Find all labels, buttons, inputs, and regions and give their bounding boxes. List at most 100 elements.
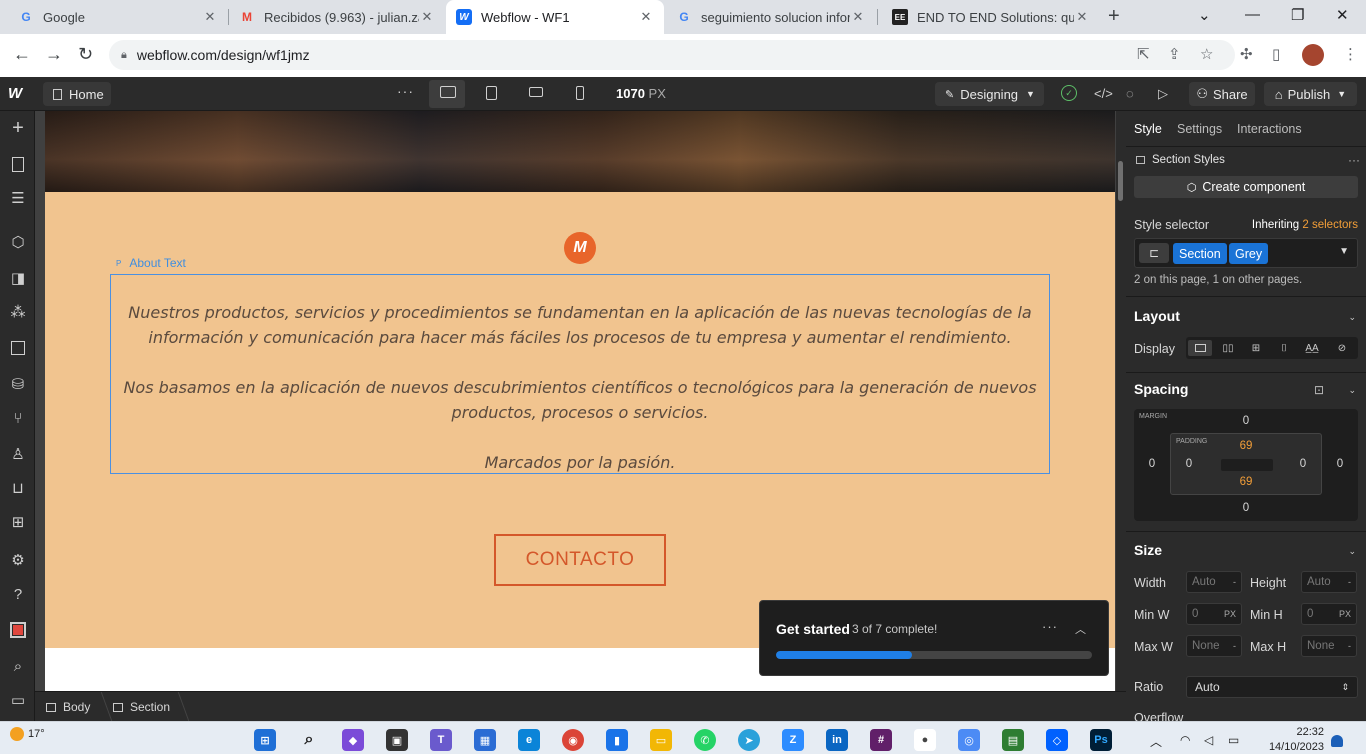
teams-icon[interactable]: T (430, 729, 452, 751)
margin-left-value[interactable]: 0 (1142, 458, 1162, 470)
video-tutorials-icon[interactable]: ▭ (9, 691, 27, 709)
reload-icon[interactable]: ↻ (78, 44, 93, 65)
ecommerce-icon[interactable]: ⊔ (9, 479, 27, 497)
browser-tab-e2e[interactable]: EE END TO END Solutions: qué ✕ (882, 0, 1100, 34)
show-hidden-icons[interactable]: ︿ (1150, 733, 1162, 750)
whatsapp-icon[interactable]: ✆ (694, 729, 716, 751)
create-component-button[interactable]: ⬡ Create component (1134, 176, 1358, 198)
get-started-checklist[interactable]: Get started 3 of 7 complete! ··· ︿ (759, 600, 1109, 676)
publish-button[interactable]: ⌂ Publish ▼ (1264, 82, 1357, 106)
assets-icon[interactable] (9, 339, 27, 357)
about-text[interactable]: Nuestros productos, servicios y procedim… (111, 300, 1049, 475)
class-chip-section[interactable]: Section (1173, 243, 1227, 264)
chevron-down-icon[interactable]: ⌄ (1348, 312, 1356, 323)
system-clock[interactable]: 22:32 14/10/2023 (1269, 725, 1324, 754)
share-button[interactable]: ⚇ Share (1189, 82, 1255, 106)
more-breakpoints-icon[interactable]: ··· (397, 83, 414, 99)
zoom-icon[interactable]: Z (782, 729, 804, 751)
tablet-breakpoint-icon[interactable] (486, 86, 497, 100)
display-inline-block-button[interactable]: ⌷ (1272, 340, 1296, 356)
preview-play-icon[interactable]: ▷ (1158, 86, 1168, 102)
extensions-icon[interactable]: ✣ (1240, 45, 1253, 63)
min-width-input[interactable]: 0 PX (1186, 603, 1242, 625)
excel-icon[interactable]: ▤ (1002, 729, 1024, 751)
saved-check-icon[interactable]: ✓ (1061, 85, 1077, 101)
padding-top-value[interactable]: 69 (1236, 440, 1256, 452)
weather-widget[interactable]: 17° (10, 727, 45, 741)
browser-tab-seguimiento[interactable]: G seguimiento solucion inform ✕ (666, 0, 876, 34)
comments-icon[interactable]: ◌ (1126, 86, 1134, 101)
slack-icon[interactable]: # (870, 729, 892, 751)
lock-icon[interactable]: 🔒︎ (121, 49, 127, 62)
logic-icon[interactable]: ⑂ (9, 409, 27, 427)
audit-icon[interactable] (9, 621, 27, 639)
notification-bell-icon[interactable] (1331, 735, 1343, 747)
margin-top-value[interactable]: 0 (1236, 415, 1256, 427)
browser-tab-webflow[interactable]: W Webflow - WF1 ✕ (446, 0, 664, 34)
navigator-icon[interactable]: ☰ (9, 189, 27, 207)
close-icon[interactable]: ✕ (850, 9, 866, 25)
page-selector[interactable]: Home (43, 82, 111, 106)
ratio-select[interactable]: Auto ⇕ (1186, 676, 1358, 698)
word-icon[interactable]: ▮ (606, 729, 628, 751)
spacing-center-icon[interactable]: ⊡ (1314, 383, 1324, 397)
volume-icon[interactable]: ◁ (1204, 733, 1213, 747)
dropbox-icon[interactable]: ◇ (1046, 729, 1068, 751)
tab-settings[interactable]: Settings (1177, 122, 1222, 136)
spacing-heading[interactable]: Spacing (1134, 381, 1188, 397)
telegram-icon[interactable]: ➤ (738, 729, 760, 751)
windows-start-icon[interactable]: ⊞ (254, 729, 276, 751)
display-inline-button[interactable]: A̲A̲ (1300, 340, 1324, 356)
breadcrumb-section[interactable]: Section (113, 700, 170, 714)
size-heading[interactable]: Size (1134, 542, 1162, 558)
meet-icon[interactable]: ● (914, 729, 936, 751)
display-none-button[interactable]: ⊘ (1330, 340, 1354, 356)
code-icon[interactable]: </> (1094, 86, 1113, 101)
edge-icon[interactable]: e (518, 729, 540, 751)
components-icon[interactable]: ⬡ (9, 233, 27, 251)
padding-right-value[interactable]: 0 (1293, 458, 1313, 470)
padding-left-value[interactable]: 0 (1179, 458, 1199, 470)
search-icon[interactable]: ⌕ (9, 657, 27, 675)
store-icon[interactable]: ▦ (474, 729, 496, 751)
add-element-icon[interactable]: + (9, 117, 27, 139)
settings-gear-icon[interactable]: ⚙ (9, 551, 27, 569)
browser-tab-google[interactable]: G Google ✕ (8, 0, 228, 34)
variables-icon[interactable]: ⁂ (9, 303, 27, 321)
linkedin-icon[interactable]: in (826, 729, 848, 751)
height-input[interactable]: Auto - (1301, 571, 1357, 593)
tab-interactions[interactable]: Interactions (1237, 122, 1302, 136)
bookmark-star-icon[interactable]: ☆ (1200, 45, 1213, 63)
address-bar[interactable]: 🔒︎ webflow.com/design/wf1jmz (109, 40, 1235, 70)
browser-tab-gmail[interactable]: M Recibidos (9.963) - julian.zap ✕ (229, 0, 445, 34)
photos-icon[interactable]: ◎ (958, 729, 980, 751)
apps-icon[interactable]: ⊞ (9, 513, 27, 531)
battery-icon[interactable]: ▭ (1228, 733, 1239, 747)
about-text-block[interactable]: Nuestros productos, servicios y procedim… (110, 274, 1050, 474)
style-selectors-icon[interactable]: ◨ (9, 269, 27, 287)
help-icon[interactable]: ? (9, 585, 27, 603)
about-section[interactable]: M P About Text Nuestros productos, servi… (45, 192, 1115, 648)
close-icon[interactable]: ✕ (202, 9, 218, 25)
close-icon[interactable]: ✕ (638, 9, 654, 25)
wifi-icon[interactable]: ◠ (1180, 733, 1190, 747)
scrollbar-thumb[interactable] (1118, 161, 1123, 201)
copilot-icon[interactable]: ◆ (342, 729, 364, 751)
photoshop-icon[interactable]: Ps (1090, 729, 1112, 751)
file-explorer-icon[interactable]: ▭ (650, 729, 672, 751)
chrome-icon[interactable]: ◉ (562, 729, 584, 751)
display-block-button[interactable] (1188, 340, 1212, 356)
webflow-logo[interactable]: W (8, 85, 22, 102)
breadcrumb-body[interactable]: Body (46, 700, 90, 714)
users-icon[interactable]: ♙ (9, 445, 27, 463)
canvas-scrollbar[interactable] (1116, 111, 1126, 691)
share-page-icon[interactable]: ⇪ (1168, 45, 1181, 63)
more-options-icon[interactable]: ··· (1042, 619, 1058, 634)
desktop-breakpoint-icon[interactable] (440, 86, 456, 98)
tab-search-icon[interactable]: ⌄ (1198, 6, 1211, 24)
chrome-menu-icon[interactable]: ⋮ (1343, 45, 1358, 63)
class-chip-grey[interactable]: Grey (1229, 243, 1269, 264)
open-in-app-icon[interactable]: ⇱ (1137, 45, 1150, 63)
new-tab-button[interactable]: + (1108, 5, 1120, 28)
chevron-down-icon[interactable]: ⌄ (1348, 385, 1356, 396)
